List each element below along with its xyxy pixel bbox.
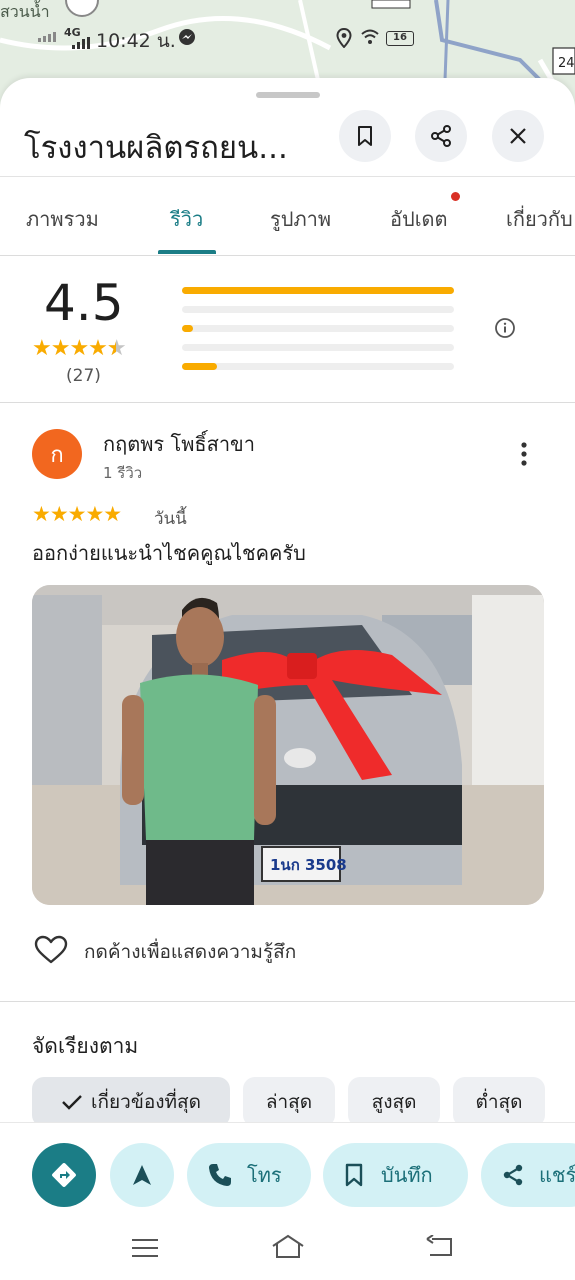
- sort-chip-label: สูงสุด: [371, 1091, 417, 1113]
- sort-chip-label: ต่ำสุด: [475, 1091, 523, 1113]
- share-icon: [503, 1164, 523, 1186]
- location-icon: [336, 28, 352, 48]
- bookmark-icon: [345, 1163, 363, 1187]
- navigation-arrow-icon: [133, 1165, 151, 1185]
- rating-bar-2-star: [182, 344, 454, 351]
- tab-reviews[interactable]: รีวิว: [170, 203, 203, 235]
- bookmark-icon: [358, 126, 372, 146]
- more-options-icon[interactable]: [512, 440, 536, 468]
- battery-indicator: 16: [386, 31, 414, 46]
- sort-chip-label: เกี่ยวข้องที่สุด: [91, 1091, 201, 1113]
- tab-about[interactable]: เกี่ยวกับ: [506, 203, 573, 235]
- review-photo[interactable]: 1นก 3508: [32, 585, 544, 905]
- action-bar: โทร บันทึก แชร์: [0, 1122, 575, 1222]
- active-tab-indicator: [158, 250, 216, 254]
- reviewer-review-count: 1 รีวิว: [103, 464, 143, 482]
- reviewer-name[interactable]: กฤตพร โพธิ์สาขา: [103, 428, 255, 460]
- half-star-icon: ★★: [106, 336, 127, 361]
- tab-overview[interactable]: ภาพรวม: [26, 203, 99, 235]
- heart-icon[interactable]: [34, 935, 68, 965]
- save-label: บันทึก: [381, 1163, 433, 1187]
- share-label: แชร์: [539, 1163, 575, 1187]
- place-title: โรงงานผลิตรถยน...: [24, 130, 288, 166]
- share-place-button[interactable]: [415, 110, 467, 162]
- check-icon: [62, 1095, 82, 1110]
- review-date: วันนี้: [154, 509, 187, 529]
- signal-icon: [38, 32, 56, 42]
- rating-bar-1-star: [182, 363, 454, 370]
- rating-bar-fill: [182, 363, 218, 370]
- review-text: ออกง่ายแนะนำไชคคูณไชคครับ: [32, 541, 306, 565]
- sort-chip-highest[interactable]: สูงสุด: [348, 1077, 440, 1127]
- call-label: โทร: [247, 1163, 282, 1187]
- rating-count: (27): [66, 366, 101, 386]
- system-nav-bar: [0, 1222, 575, 1280]
- back-icon[interactable]: [424, 1235, 454, 1259]
- start-navigation-button[interactable]: [110, 1143, 174, 1207]
- drag-handle[interactable]: [256, 92, 320, 98]
- share-button[interactable]: แชร์: [481, 1143, 575, 1207]
- sort-chip-newest[interactable]: ล่าสุด: [243, 1077, 335, 1127]
- sort-chip-lowest[interactable]: ต่ำสุด: [453, 1077, 545, 1127]
- call-button[interactable]: โทร: [187, 1143, 311, 1207]
- sort-chip-relevant[interactable]: เกี่ยวข้องที่สุด: [32, 1077, 230, 1127]
- messenger-icon: [179, 29, 195, 45]
- tab-photos[interactable]: รูปภาพ: [270, 203, 331, 235]
- update-badge-dot: [451, 192, 460, 201]
- share-icon: [431, 125, 451, 147]
- tab-updates[interactable]: อัปเดต: [390, 203, 448, 235]
- save-button[interactable]: บันทึก: [323, 1143, 468, 1207]
- signal-strength-icon: [72, 37, 90, 49]
- star-icon: ★★★★: [32, 336, 108, 361]
- menu-icon[interactable]: [130, 1237, 160, 1259]
- home-icon[interactable]: [270, 1233, 306, 1261]
- review-stars: ★★★★★: [32, 502, 122, 526]
- tab-bar: ภาพรวม รีวิว รูปภาพ อัปเดต เกี่ยวกับ: [0, 176, 575, 256]
- rating-bar-4-star: [182, 306, 454, 313]
- section-divider: [0, 402, 575, 403]
- info-icon[interactable]: [494, 317, 516, 339]
- rating-bar-fill: [182, 287, 454, 294]
- close-icon: [510, 128, 526, 144]
- sort-chip-label: ล่าสุด: [265, 1091, 313, 1113]
- rating-bar-3-star: [182, 325, 454, 332]
- phone-icon: [209, 1164, 231, 1186]
- reviewer-avatar[interactable]: ก: [32, 429, 82, 479]
- section-divider: [0, 1001, 575, 1002]
- directions-icon: [52, 1163, 76, 1187]
- rating-stars: ★★★★★★: [32, 336, 127, 361]
- rating-bar-5-star: [182, 287, 454, 294]
- wifi-icon: [361, 29, 379, 44]
- review-photo-image: 1นก 3508: [32, 585, 544, 905]
- svg-text:24: 24: [558, 56, 575, 71]
- close-button[interactable]: [492, 110, 544, 162]
- status-time: 10:42 น.: [96, 30, 176, 52]
- status-bar: 4G 10:42 น. 16: [0, 22, 575, 56]
- save-place-button[interactable]: [339, 110, 391, 162]
- sort-title: จัดเรียงตาม: [32, 1034, 139, 1058]
- rating-bar-fill: [182, 325, 193, 332]
- svg-text:1นก 3508: 1นก 3508: [270, 856, 347, 874]
- react-hint-text[interactable]: กดค้างเพื่อแสดงความรู้สึก: [84, 937, 296, 967]
- directions-button[interactable]: [32, 1143, 96, 1207]
- rating-score: 4.5: [44, 274, 124, 332]
